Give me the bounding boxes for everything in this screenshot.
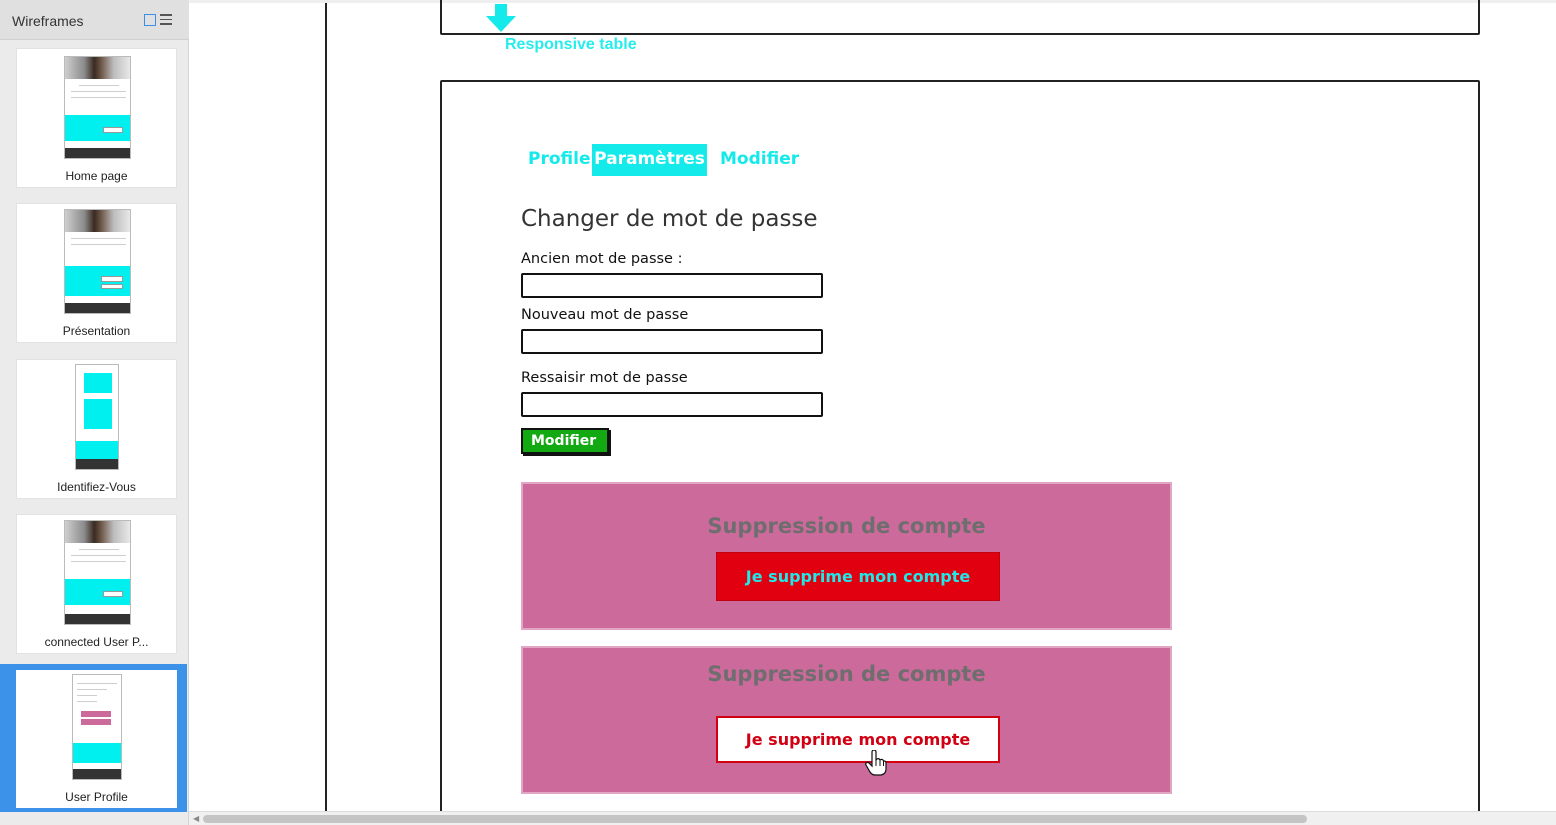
tab-modifier[interactable]: Modifier — [713, 144, 806, 176]
down-arrow-icon — [486, 4, 516, 32]
wireframe-thumbnail-presentation[interactable]: Présentation — [16, 203, 177, 343]
previous-section-box[interactable] — [440, 0, 1480, 35]
wireframe-canvas[interactable]: Responsive table Profile Paramètres Modi… — [189, 0, 1556, 811]
tab-profile[interactable]: Profile — [521, 144, 597, 176]
wireframe-thumbnail-identifiez-vous[interactable]: Identifiez-Vous — [16, 359, 177, 499]
thumbnail-selected-inner: User Profile — [16, 670, 177, 808]
wireframes-panel: Wireframes Home page Présentation Identi… — [0, 0, 189, 825]
thumbnail-preview — [64, 520, 131, 625]
delete-account-button-hover[interactable]: Je supprime mon compte — [716, 716, 1000, 763]
horizontal-scrollbar[interactable]: ◀ — [189, 811, 1556, 825]
thumbnail-caption: Home page — [65, 169, 128, 183]
thumbnail-caption: User Profile — [65, 790, 128, 804]
delete-account-title: Suppression de compte — [707, 662, 986, 686]
wireframes-panel-title: Wireframes — [12, 13, 84, 29]
wireframes-panel-header: Wireframes — [0, 0, 189, 40]
delete-account-panel-hover: Suppression de compte Je supprime mon co… — [521, 646, 1172, 794]
thumbnail-preview — [75, 364, 119, 470]
grid-view-icon[interactable] — [144, 14, 156, 26]
delete-account-panel: Suppression de compte Je supprime mon co… — [521, 482, 1172, 630]
thumbnail-caption: Identifiez-Vous — [57, 480, 136, 494]
new-password-input[interactable] — [521, 329, 823, 354]
scrollbar-thumb[interactable] — [203, 815, 1307, 823]
thumbnail-preview — [64, 56, 131, 159]
page-border-line — [325, 3, 327, 811]
thumbnail-caption: connected User P... — [44, 635, 149, 649]
change-password-title: Changer de mot de passe — [521, 206, 818, 232]
thumbnail-caption: Présentation — [62, 324, 131, 338]
tab-parametres[interactable]: Paramètres — [592, 144, 707, 176]
responsive-table-annotation: Responsive table — [505, 36, 637, 53]
wireframe-thumbnail-user-profile[interactable]: User Profile — [0, 664, 187, 812]
old-password-label: Ancien mot de passe : — [521, 251, 683, 267]
repeat-password-input[interactable] — [521, 392, 823, 417]
old-password-input[interactable] — [521, 273, 823, 298]
hand-pointer-icon — [865, 750, 887, 776]
thumbnail-preview — [72, 674, 122, 780]
modify-password-button[interactable]: Modifier — [521, 428, 609, 454]
delete-account-button[interactable]: Je supprime mon compte — [716, 552, 1000, 601]
wireframe-thumbnail-connected-user[interactable]: connected User P... — [16, 514, 177, 654]
thumbnail-preview — [64, 209, 131, 314]
list-view-icon[interactable] — [160, 14, 172, 26]
wireframe-thumbnail-home-page[interactable]: Home page — [16, 48, 177, 188]
repeat-password-label: Ressaisir mot de passe — [521, 370, 688, 386]
new-password-label: Nouveau mot de passe — [521, 307, 689, 323]
delete-account-title: Suppression de compte — [707, 514, 986, 538]
scroll-left-arrow-icon[interactable]: ◀ — [193, 815, 199, 823]
